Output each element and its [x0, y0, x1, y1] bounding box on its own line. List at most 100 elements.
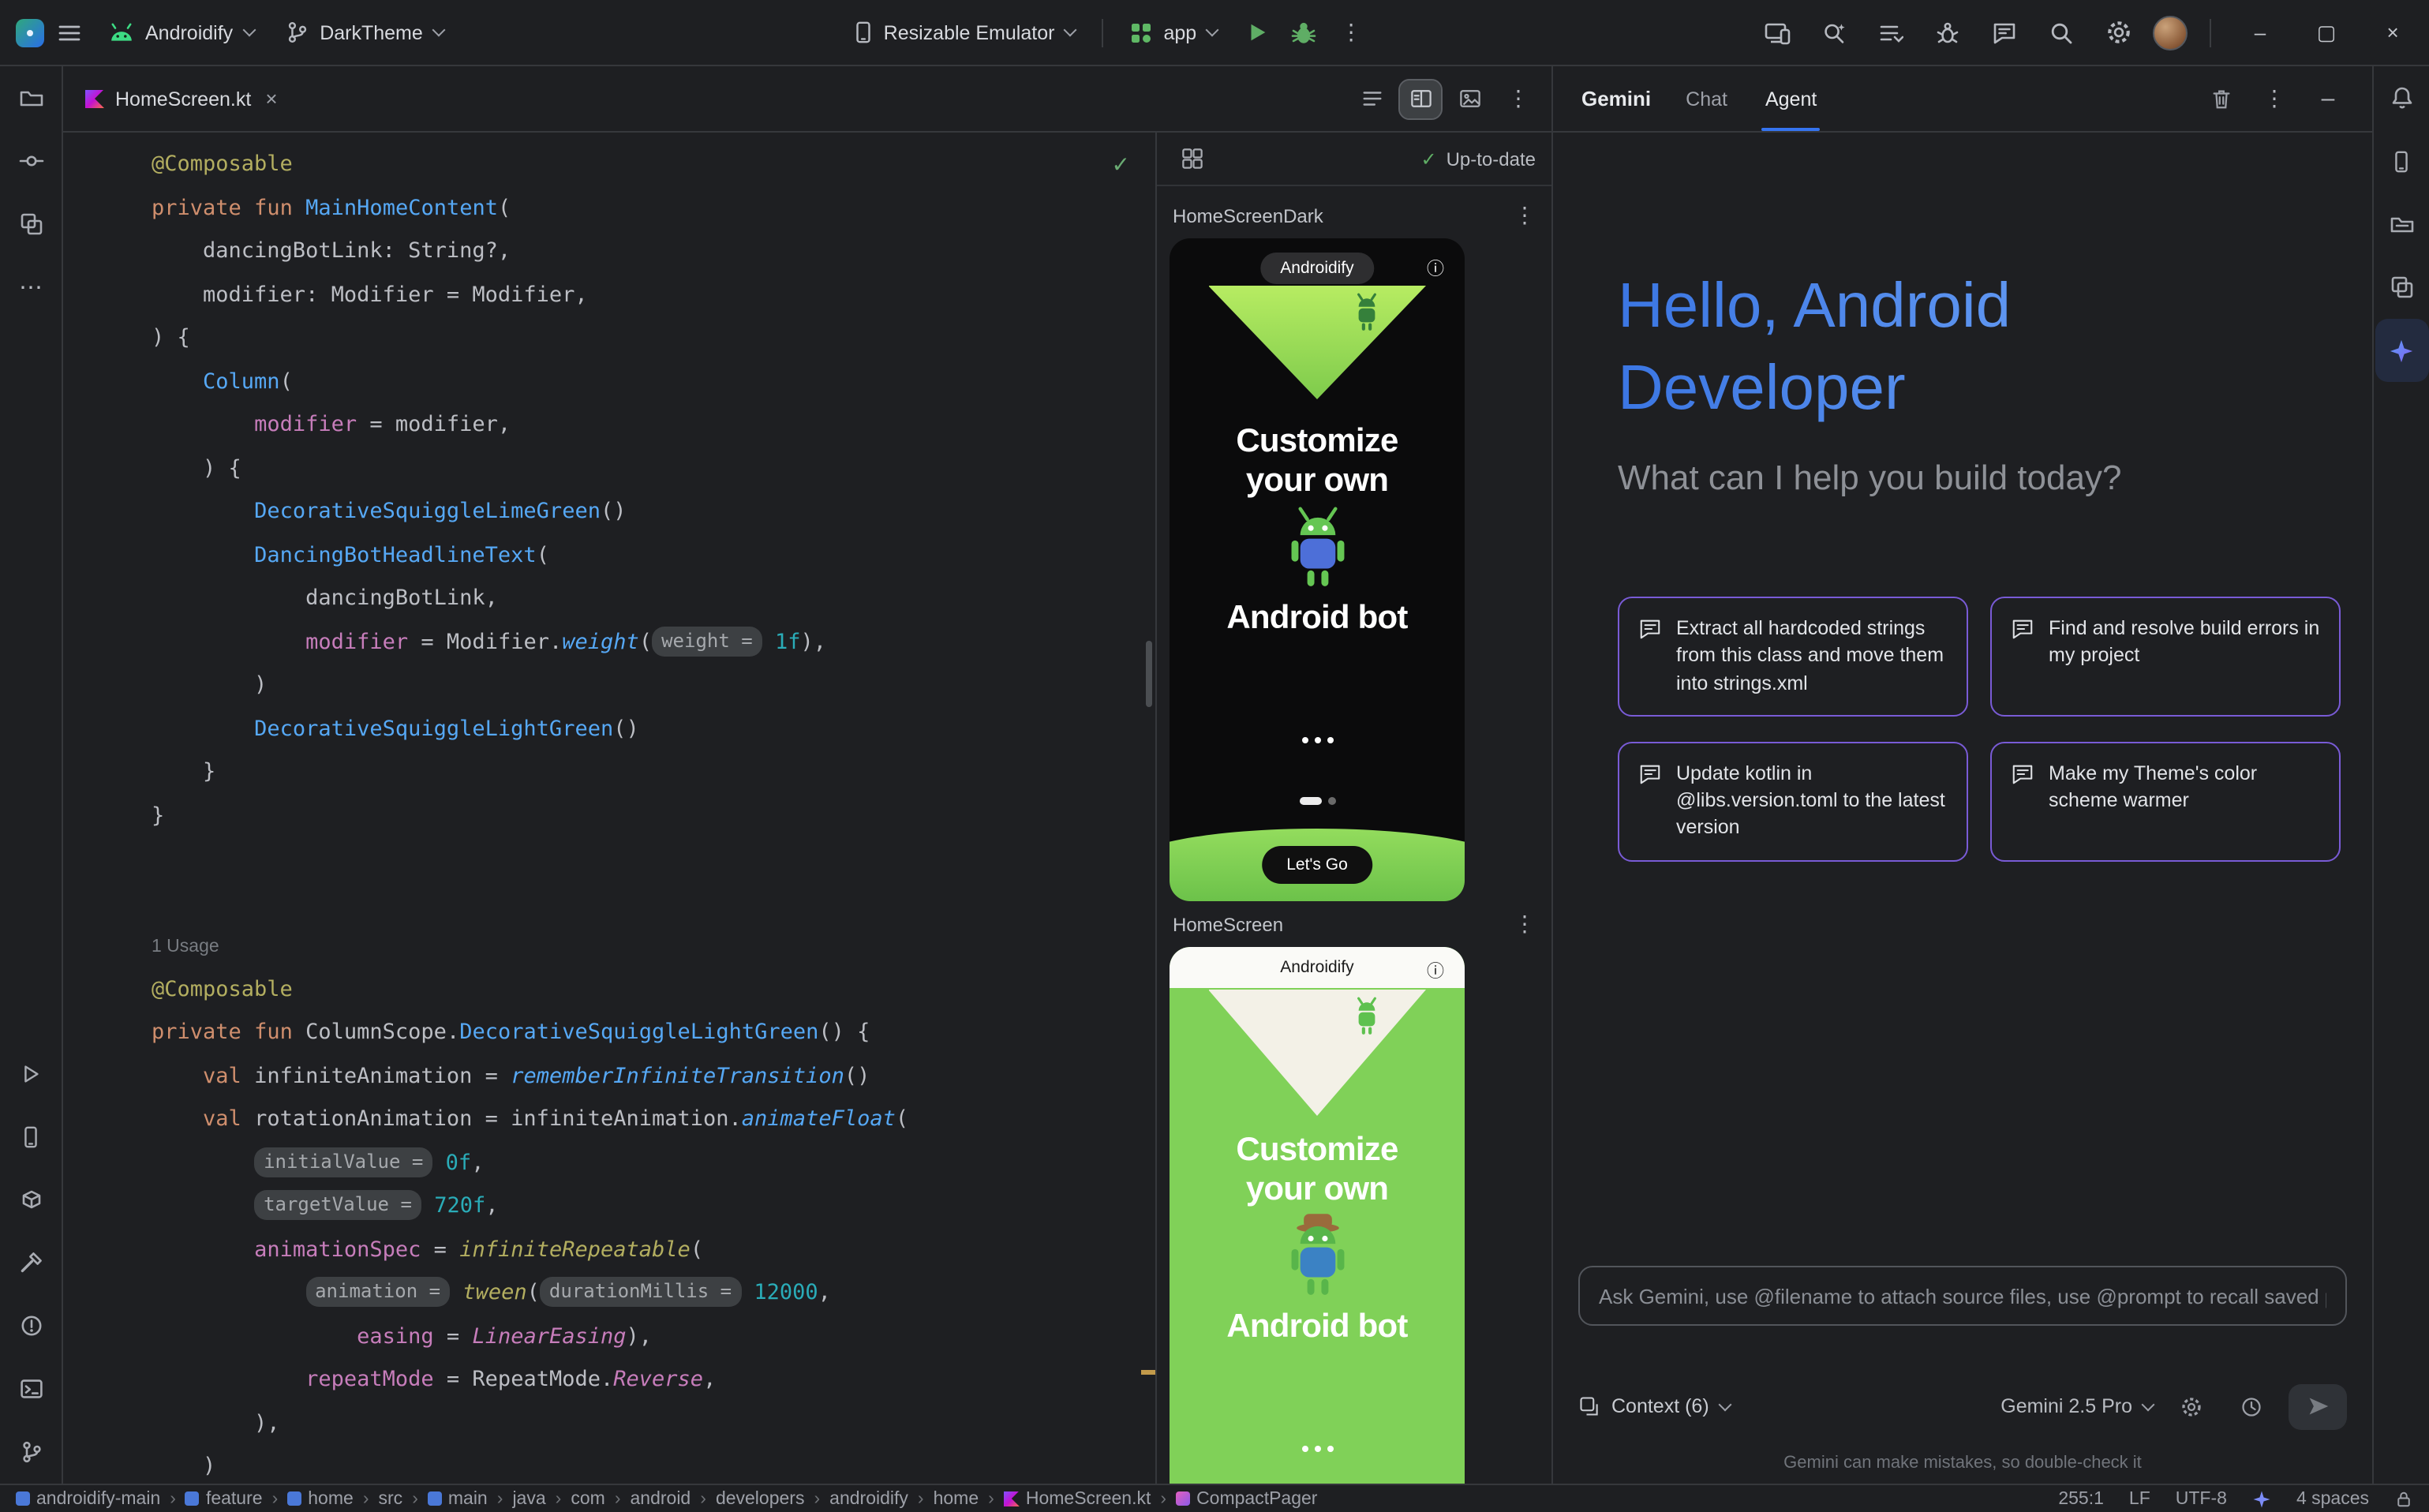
breadcrumb-item[interactable]: android — [631, 1489, 691, 1508]
breadcrumbs: androidify-main›feature›home›src›main›ja… — [16, 1489, 1318, 1508]
branch-selector[interactable]: DarkTheme — [271, 11, 458, 54]
breadcrumb-item[interactable]: home — [287, 1489, 354, 1508]
warning-stripe-mark[interactable] — [1141, 1370, 1155, 1375]
context-selector[interactable]: Context (6) — [1578, 1395, 1730, 1417]
breadcrumb-item[interactable]: home — [934, 1489, 979, 1508]
editor-more-icon[interactable]: ⋮ — [1498, 80, 1539, 118]
dependencies-tool-icon[interactable] — [4, 1168, 58, 1231]
loading-dots — [1301, 1446, 1333, 1452]
preview-scroll-area[interactable]: HomeScreenDark ⋮ — [1157, 186, 1551, 1484]
line-separator[interactable]: LF — [2129, 1489, 2150, 1508]
build-tool-icon[interactable] — [4, 1231, 58, 1294]
breadcrumb-item[interactable]: java — [512, 1489, 545, 1508]
code-line: DecorativeSquiggleLightGreen() — [152, 708, 1155, 751]
chat-bubble-icon — [2011, 617, 2034, 641]
debug-button[interactable] — [1282, 10, 1326, 54]
model-selector[interactable]: Gemini 2.5 Pro — [2000, 1395, 2153, 1417]
hide-panel-icon[interactable]: – — [2306, 77, 2350, 121]
project-tool-icon[interactable] — [4, 66, 58, 129]
right-tool-strip — [2372, 66, 2429, 1484]
preview-card-homescreen[interactable]: Androidify ⓘ Customize your own — [1170, 947, 1465, 1484]
tab-chat[interactable]: Chat — [1682, 66, 1731, 131]
history-icon[interactable] — [2229, 1384, 2273, 1428]
run-config-selector[interactable]: app — [1116, 12, 1231, 53]
module-icon — [185, 1491, 200, 1506]
breadcrumb-item[interactable]: src — [379, 1489, 403, 1508]
split-view-icon[interactable] — [1400, 80, 1441, 118]
search-icon[interactable] — [2039, 10, 2083, 54]
code-view-icon[interactable] — [1351, 80, 1392, 118]
breadcrumb-item[interactable]: CompactPager — [1176, 1489, 1317, 1508]
breadcrumb-item[interactable]: HomeScreen.kt — [1004, 1489, 1151, 1508]
gemini-code-review-icon[interactable] — [1812, 10, 1856, 54]
breadcrumb-item[interactable]: com — [571, 1489, 604, 1508]
delete-conversation-icon[interactable] — [2199, 77, 2243, 121]
gemini-prompt-input[interactable] — [1599, 1284, 2326, 1308]
gemini-settings-icon[interactable] — [2169, 1384, 2213, 1428]
tab-homescreen-kt[interactable]: HomeScreen.kt × — [63, 66, 297, 131]
preview-menu-icon[interactable]: ⋮ — [1514, 911, 1536, 938]
ai-status-icon[interactable] — [2252, 1489, 2271, 1508]
project-selector[interactable]: Androidify — [95, 12, 268, 53]
chat-bubble-icon — [1638, 762, 1662, 786]
suggestion-card[interactable]: Find and resolve build errors in my proj… — [1990, 597, 2341, 717]
tab-label: HomeScreen.kt — [115, 88, 251, 110]
caret-position[interactable]: 255:1 — [2058, 1489, 2104, 1508]
studio-bot-icon[interactable] — [1926, 10, 1970, 54]
task-queue-icon[interactable] — [1869, 10, 1913, 54]
indent-setting[interactable]: 4 spaces — [2296, 1489, 2369, 1508]
suggestion-card[interactable]: Make my Theme's color scheme warmer — [1990, 742, 2341, 862]
breadcrumb-item[interactable]: developers — [716, 1489, 805, 1508]
design-view-icon[interactable] — [1449, 80, 1490, 118]
run-button[interactable] — [1234, 10, 1278, 54]
run-more-icon[interactable]: ⋮ — [1329, 10, 1373, 54]
tab-close-icon[interactable]: × — [265, 87, 277, 110]
breadcrumb-item[interactable]: main — [428, 1489, 488, 1508]
avatar[interactable] — [2153, 15, 2188, 50]
version-control-tool-icon[interactable] — [4, 1420, 58, 1484]
more-tools-icon[interactable]: ⋯ — [4, 256, 58, 319]
window-minimize-button[interactable]: – — [2233, 9, 2287, 56]
feedback-icon[interactable] — [1982, 10, 2027, 54]
code-line: ) — [152, 664, 1155, 708]
problems-tool-icon[interactable] — [4, 1294, 58, 1357]
notifications-icon[interactable] — [2375, 66, 2428, 129]
chat-bubble-icon — [2011, 762, 2034, 786]
kotlin-icon — [1004, 1491, 1020, 1506]
breadcrumb-item[interactable]: feature — [185, 1489, 263, 1508]
lets-go-button[interactable]: Let's Go — [1261, 846, 1373, 884]
editor-scrollbar[interactable] — [1146, 641, 1152, 707]
breadcrumb-item[interactable]: androidify-main — [16, 1489, 160, 1508]
window-maximize-button[interactable]: ▢ — [2300, 9, 2353, 56]
tab-agent[interactable]: Agent — [1762, 66, 1820, 131]
device-selector[interactable]: Resizable Emulator — [840, 11, 1090, 54]
terminal-tool-icon[interactable] — [4, 1357, 58, 1420]
preview-menu-icon[interactable]: ⋮ — [1514, 202, 1536, 229]
gemini-icon[interactable] — [2375, 319, 2428, 382]
breadcrumb-item[interactable]: androidify — [829, 1489, 908, 1508]
structure-tool-icon[interactable] — [4, 193, 58, 256]
window-close-button[interactable]: × — [2366, 9, 2420, 56]
code-line: } — [152, 751, 1155, 795]
readonly-lock-icon[interactable] — [2394, 1489, 2413, 1508]
device-manager-icon[interactable] — [2375, 129, 2428, 193]
commit-tool-icon[interactable] — [4, 129, 58, 193]
file-encoding[interactable]: UTF-8 — [2176, 1489, 2227, 1508]
run-tool-icon[interactable] — [4, 1042, 58, 1105]
suggestion-card[interactable]: Update kotlin in @libs.version.toml to t… — [1618, 742, 1968, 862]
send-button[interactable] — [2289, 1383, 2347, 1429]
gallery-view-icon[interactable] — [1173, 140, 1211, 178]
inspections-ok-icon[interactable]: ✓ — [1112, 152, 1130, 178]
preview-card-homescreendark[interactable]: Androidify ⓘ Customize your own — [1170, 238, 1465, 901]
suggestion-card[interactable]: Extract all hardcoded strings from this … — [1618, 597, 1968, 717]
running-devices-icon[interactable] — [1755, 10, 1799, 54]
layout-inspector-icon[interactable] — [2375, 256, 2428, 319]
code-line: animation = tween(durationMillis = 12000… — [152, 1272, 1155, 1316]
gemini-input-box[interactable] — [1578, 1266, 2347, 1326]
code-editor[interactable]: @Composableprivate fun MainHomeContent( … — [63, 133, 1157, 1484]
gemini-more-icon[interactable]: ⋮ — [2252, 77, 2296, 121]
main-menu-icon[interactable] — [47, 10, 92, 54]
settings-icon[interactable] — [2096, 10, 2140, 54]
running-devices-tool-icon[interactable] — [4, 1105, 58, 1168]
device-explorer-icon[interactable] — [2375, 193, 2428, 256]
